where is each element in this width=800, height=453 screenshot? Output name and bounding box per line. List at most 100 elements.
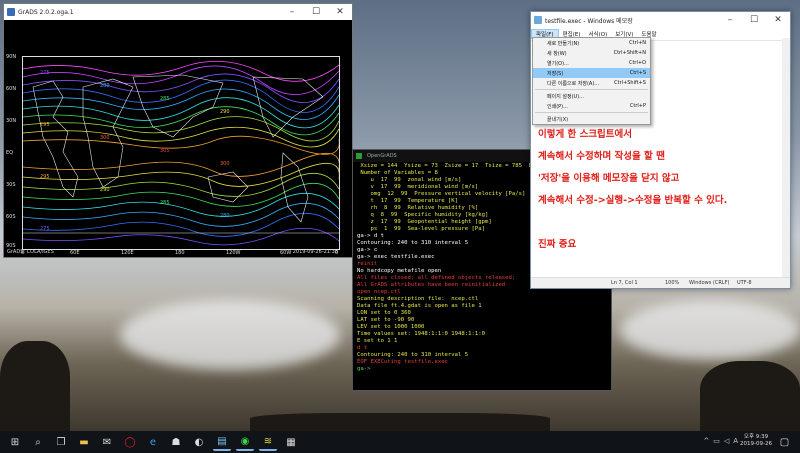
notepad-scrollbar[interactable]	[782, 38, 790, 278]
menu-item-save-as[interactable]: 다른 이름으로 저장(A)... Ctrl+Shift+S	[533, 78, 650, 88]
terminal-line: EOF EXECuting testfile.exec	[357, 359, 448, 365]
status-encoding: UTF-8	[737, 280, 752, 286]
text-line	[538, 212, 727, 234]
terminal-line: Time values set: 1948:1:1:0 1948:1:1:0	[357, 331, 485, 337]
opengrads-app-icon	[356, 153, 362, 159]
notepad-text-area[interactable]: 이렇게 한 스크립트에서 계속해서 수정하며 작성을 할 땐 '저장'을 이용해…	[538, 124, 727, 256]
grads-window-title: GrADS 2.0.2.oga.1	[18, 8, 74, 16]
volume-icon[interactable]: ◁	[724, 437, 729, 445]
minimize-icon[interactable]: –	[280, 4, 304, 20]
mail-icon[interactable]: ✉	[98, 434, 116, 450]
contour-label: 300	[100, 135, 110, 141]
contour-label: 290	[100, 187, 110, 193]
status-position: Ln 7, Col 1	[611, 280, 638, 286]
status-zoom: 100%	[665, 280, 680, 286]
contour-label: 295	[40, 122, 50, 128]
contour-label: 280	[100, 83, 110, 89]
lat-label: 60N	[6, 86, 17, 92]
opengrads-taskbar-icon[interactable]: ◉	[236, 433, 254, 451]
menu-item-exit[interactable]: 끝내기(X)	[533, 114, 650, 124]
lat-label: EQ	[6, 150, 14, 156]
edge-icon[interactable]: e	[144, 434, 162, 450]
cloud	[120, 300, 340, 370]
network-icon[interactable]: ▭	[713, 437, 720, 445]
app-icon[interactable]: ◐	[190, 434, 208, 450]
terminal-line: E set to 1 1	[357, 338, 398, 344]
contour-label: 300	[220, 161, 230, 167]
temperature-contour-map	[22, 56, 340, 250]
calculator-icon[interactable]: ▦	[282, 434, 300, 450]
terminal-line: Scanning description file: ncep.ctl	[357, 296, 479, 302]
contour-label: 290	[220, 109, 230, 115]
language-indicator[interactable]: A	[733, 437, 738, 445]
tree-silhouette	[700, 361, 800, 431]
app-icon[interactable]: ☗	[167, 434, 185, 450]
lat-label: 30S	[6, 182, 16, 188]
menu-item-new[interactable]: 새로 만들기(N) Ctrl+N	[533, 38, 650, 48]
terminal-title: OpenGrADS	[367, 153, 397, 159]
file-explorer-icon[interactable]: ▬	[75, 434, 93, 450]
chevron-up-icon[interactable]: ^	[703, 437, 709, 445]
minimize-icon[interactable]: –	[718, 12, 742, 28]
contour-label: 305	[160, 148, 170, 154]
menu-item-new-window[interactable]: 새 창(W) Ctrl+Shift+N	[533, 48, 650, 58]
contour-label: 275	[40, 70, 50, 76]
terminal-line: open ncep.ctl	[357, 289, 401, 295]
menu-separator	[535, 112, 648, 113]
taskbar: ⊞ ⌕ ❐ ▬ ✉ ◯ e ☗ ◐ ▤ ◉ ≋ ▦ ^ ▭ ◁ A 오후 9:3…	[0, 431, 800, 453]
grads-titlebar[interactable]: GrADS 2.0.2.oga.1 – ☐ ✕	[4, 4, 352, 20]
notepad-titlebar[interactable]: testfile.exec - Windows 메모장 – ☐ ✕	[531, 12, 790, 28]
contour-label: 280	[220, 213, 230, 219]
lon-label: 60W	[280, 250, 292, 256]
grads-window[interactable]: GrADS 2.0.2.oga.1 – ☐ ✕ 90N 60N 30N EQ 3…	[3, 3, 353, 258]
task-view-icon[interactable]: ❐	[52, 434, 70, 450]
menu-item-save[interactable]: 저장(S) Ctrl+S	[533, 68, 650, 78]
opera-icon[interactable]: ◯	[121, 434, 139, 450]
close-icon[interactable]: ✕	[328, 4, 352, 20]
maximize-icon[interactable]: ☐	[742, 12, 766, 28]
close-icon[interactable]: ✕	[766, 12, 790, 28]
lat-label: 30N	[6, 118, 17, 124]
search-icon[interactable]: ⌕	[29, 434, 47, 450]
clock-date: 2019-09-26	[740, 441, 772, 447]
menu-item-print[interactable]: 인쇄(P)... Ctrl+P	[533, 101, 650, 111]
lon-label: 180	[175, 250, 185, 256]
terminal-line: LON set to 0 360	[357, 310, 411, 316]
terminal-line: LAT set to -90 90	[357, 317, 415, 323]
notepad-taskbar-icon[interactable]: ▤	[213, 433, 231, 451]
terminal-line: d t	[357, 345, 368, 351]
terminal-line: Data file ft.4.gdat is open as file 1	[357, 303, 482, 309]
lon-label: 60E	[70, 250, 80, 256]
notification-icon[interactable]: ▢	[776, 434, 794, 450]
menu-item-page-setup[interactable]: 페이지 설정(U)...	[533, 91, 650, 101]
grads-taskbar-icon[interactable]: ≋	[259, 433, 277, 451]
text-line: 진짜 중요	[538, 239, 577, 250]
terminal-line: LEV set to 1000 1000	[357, 324, 425, 330]
contour-label: 275	[40, 226, 50, 232]
lat-label: 90N	[6, 54, 17, 60]
text-line: '저장'을 이용해 메모장을 닫지 않고	[538, 173, 680, 184]
windows-start-icon[interactable]: ⊞	[6, 434, 24, 450]
text-line: 이렇게 한 스크립트에서	[538, 129, 633, 140]
status-eol: Windows (CRLF)	[689, 280, 730, 286]
lat-label: 60S	[6, 214, 16, 220]
lon-label: 120E	[121, 250, 134, 256]
system-tray: ^ ▭ ◁ A	[703, 437, 738, 445]
text-line: 계속해서 수정하며 작성을 할 땐	[538, 151, 665, 162]
terminal-line: Contouring: 240 to 310 interval 5	[357, 352, 469, 358]
maximize-icon[interactable]: ☐	[304, 4, 328, 20]
notepad-app-icon	[534, 16, 542, 24]
clock[interactable]: 오후 9:39 2019-09-26	[740, 434, 772, 448]
contour-label: 285	[160, 96, 170, 102]
notepad-window[interactable]: testfile.exec - Windows 메모장 – ☐ ✕ 파일(F) …	[530, 11, 791, 289]
file-menu-dropdown: 새로 만들기(N) Ctrl+N 새 창(W) Ctrl+Shift+N 열기(O)…	[532, 37, 651, 125]
notepad-statusbar: Ln 7, Col 1 100% Windows (CRLF) UTF-8	[531, 277, 790, 288]
notepad-window-title: testfile.exec - Windows 메모장	[545, 17, 633, 25]
grads-app-icon	[7, 8, 15, 16]
menu-item-open[interactable]: 열기(O)... Ctrl+O	[533, 58, 650, 68]
text-line: 계속해서 수정->실행->수정을 반복할 수 있다.	[538, 195, 728, 206]
map-svg	[22, 60, 340, 246]
clock-time: 오후 9:39	[743, 434, 769, 440]
cloud	[620, 300, 800, 360]
grads-footer-left: GrADS: COLA/IGES	[7, 249, 54, 255]
